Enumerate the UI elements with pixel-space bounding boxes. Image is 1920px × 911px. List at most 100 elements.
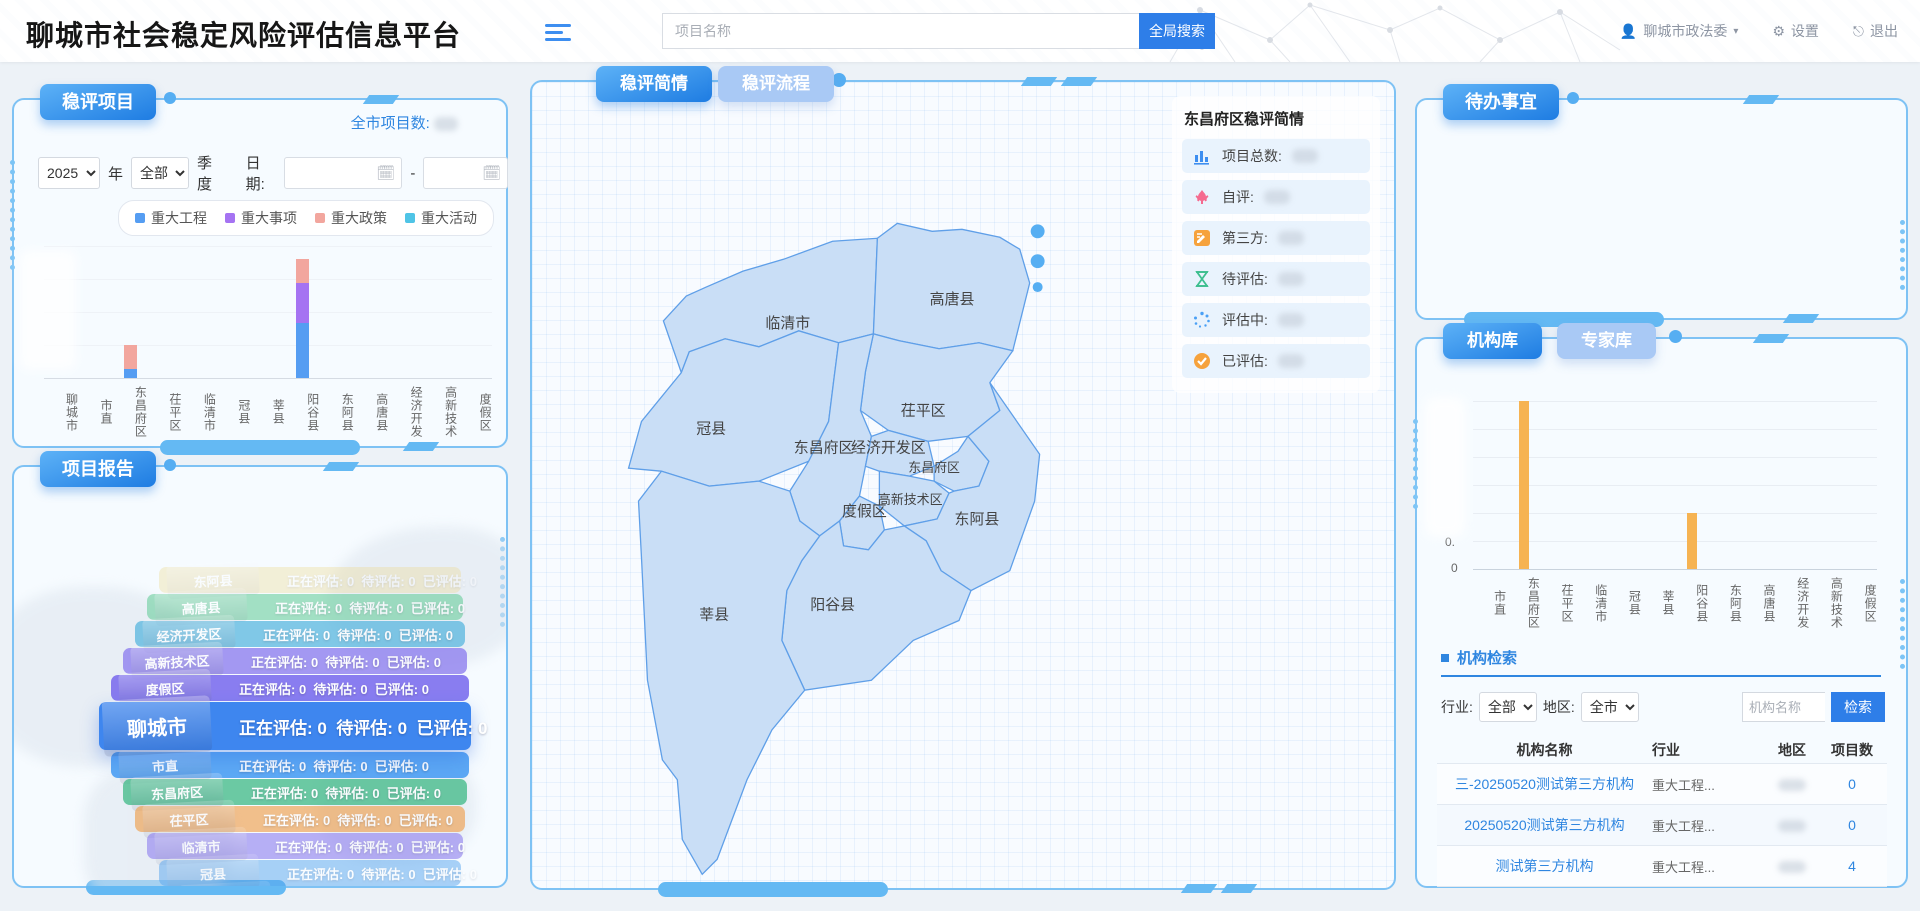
tab-stability-process[interactable]: 稳评流程 (718, 66, 834, 102)
projects-panel: 稳评项目 全市项目数: 2025 年 全部 季度 日期: 🗓 - 🗓 重大工程重… (12, 98, 508, 448)
decoration (1567, 92, 1579, 104)
logout-icon: ⎋ (1853, 23, 1864, 40)
x-label: 冠县 (216, 386, 250, 438)
edit-icon (1192, 228, 1212, 248)
x-label: 冠县 (1608, 577, 1642, 629)
year-select[interactable]: 2025 (38, 157, 100, 189)
org-chart-bars (1473, 401, 1877, 569)
district-shenxian[interactable] (639, 471, 820, 874)
spinner-icon (1192, 310, 1212, 330)
map-panel: 稳评简情 稳评流程 临清市高唐县冠县茌平区东昌府区经济开发区东昌府区高新技术区度… (530, 80, 1396, 890)
org-table-row[interactable]: 20250520测试第三方机构重大工程...0 (1437, 804, 1887, 845)
redacted-y-axis (20, 250, 76, 370)
report-card-东昌府区[interactable]: 东昌府区正在评估: 0 待评估: 0 已评估: 0 (123, 779, 467, 805)
report-card-stats: 正在评估: 0 待评估: 0 已评估: 0 (275, 833, 465, 859)
user-icon: 👤 (1620, 23, 1637, 40)
x-label: 高新技术 (423, 386, 457, 438)
bar-市直 (1473, 401, 1507, 569)
org-name-input[interactable] (1742, 692, 1825, 722)
brief-row: 已评估: (1182, 344, 1370, 378)
report-card-stats: 正在评估: 0 待评估: 0 已评估: 0 (263, 806, 453, 832)
org-search-button[interactable]: 检索 (1831, 692, 1885, 722)
brief-row: 待评估: (1182, 262, 1370, 296)
org-project-count: 0 (1822, 817, 1882, 833)
decoration (164, 92, 176, 104)
map-label-东昌府区: 东昌府区 (794, 439, 854, 456)
org-name-link[interactable]: 测试第三方机构 (1496, 858, 1594, 874)
redacted-region (1778, 820, 1806, 832)
chart-legend: 重大工程重大事项重大政策重大活动 (118, 200, 494, 236)
map-label-临清市: 临清市 (765, 315, 810, 332)
brief-row: 自评: (1182, 180, 1370, 214)
tab-expert-library[interactable]: 专家库 (1557, 323, 1656, 359)
org-table-row[interactable]: 测试第三方机构重大工程...4 (1437, 845, 1887, 887)
org-chart-xlabels: 市直东昌府区茌平区临清市冠县莘县阳谷县东阿县高唐县经济开发高新技术度假区 (1473, 577, 1877, 629)
map-label-高唐县: 高唐县 (930, 291, 975, 308)
x-label: 市直 (78, 386, 112, 438)
brief-label: 项目总数: (1222, 146, 1282, 166)
legend-item[interactable]: 重大事项 (225, 208, 297, 228)
org-project-count: 4 (1822, 858, 1882, 874)
chevron-down-icon: ▾ (1733, 26, 1738, 37)
org-table-row[interactable]: 三-20250520测试第三方机构重大工程...0 (1437, 763, 1887, 804)
x-label: 茌平区 (1540, 577, 1574, 629)
legend-swatch (405, 213, 415, 223)
brief-label: 已评估: (1222, 351, 1268, 371)
decoration (1743, 95, 1779, 104)
decoration-dots (1031, 224, 1045, 292)
bar-chart-icon (1192, 146, 1212, 166)
industry-select[interactable]: 全部 (1479, 692, 1537, 722)
legend-item[interactable]: 重大工程 (135, 208, 207, 228)
reports-panel-title: 项目报告 (40, 451, 156, 487)
menu-toggle-icon[interactable] (545, 20, 571, 42)
brief-label: 自评: (1222, 187, 1254, 207)
report-card-冠县[interactable]: 冠县正在评估: 0 待评估: 0 已评估: 0 (159, 860, 461, 886)
tab-stability-brief[interactable]: 稳评简情 (596, 66, 712, 102)
user-menu[interactable]: 👤 聊城市政法委 ▾ (1620, 21, 1738, 41)
todo-panel-title: 待办事宜 (1443, 84, 1559, 120)
settings-button[interactable]: ⚙ 设置 (1772, 21, 1819, 41)
org-search-header: 机构检索 (1441, 647, 1517, 668)
x-label: 高唐县 (354, 386, 388, 438)
report-card-茌平区[interactable]: 茌平区正在评估: 0 待评估: 0 已评估: 0 (135, 806, 465, 832)
citywide-project-count: 全市项目数: (351, 112, 458, 133)
flower-icon (1192, 187, 1212, 207)
quarter-select[interactable]: 全部 (131, 157, 189, 189)
report-card-stats: 正在评估: 0 待评估: 0 已评估: 0 (251, 779, 441, 805)
org-name-link[interactable]: 20250520测试第三方机构 (1464, 817, 1624, 833)
map-label-冠县: 冠县 (696, 420, 726, 437)
district-gaotangxian[interactable] (873, 223, 1029, 350)
map-label-高新技术区: 高新技术区 (878, 492, 943, 507)
legend-item[interactable]: 重大政策 (315, 208, 387, 228)
hourglass-icon (1192, 269, 1212, 289)
report-card-市直[interactable]: 市直正在评估: 0 待评估: 0 已评估: 0 (111, 752, 469, 778)
check-icon (1192, 351, 1212, 371)
page-title: 聊城市社会稳定风险评估信息平台 (26, 14, 461, 54)
global-search-button[interactable]: 全局搜索 (1139, 13, 1215, 49)
report-card-stats: 正在评估: 0 待评估: 0 已评估: 0 (251, 648, 441, 674)
org-panel: 机构库 专家库 0. 0 市直东昌府区茌平区临清市冠县莘县阳谷县东阿县高唐县经济… (1415, 337, 1908, 888)
report-card-stats: 正在评估: 0 待评估: 0 已评估: 0 (239, 752, 429, 778)
project-filters: 2025 年 全部 季度 日期: 🗓 - 🗓 (38, 152, 508, 194)
date-start-input[interactable]: 🗓 (284, 157, 402, 189)
report-card-stats: 正在评估: 0 待评估: 0 已评估: 0 (263, 621, 453, 647)
x-label: 东昌府区 (113, 386, 147, 438)
x-label: 东阿县 (320, 386, 354, 438)
report-card-聊城市[interactable]: 聊城市正在评估: 0 待评估: 0 已评估: 0 (99, 702, 471, 750)
region-select[interactable]: 全市 (1581, 692, 1639, 722)
org-name-link[interactable]: 三-20250520测试第三方机构 (1455, 776, 1634, 792)
report-card-临清市[interactable]: 临清市正在评估: 0 待评估: 0 已评估: 0 (147, 833, 463, 859)
x-label: 东阿县 (1709, 577, 1743, 629)
x-label: 经济开发 (1776, 577, 1810, 629)
bar-莘县 (1641, 401, 1675, 569)
legend-item[interactable]: 重大活动 (405, 208, 477, 228)
decoration (363, 95, 399, 104)
logout-button[interactable]: ⎋ 退出 (1853, 21, 1898, 41)
x-label: 经济开发 (389, 386, 423, 438)
bar-茌平区 (1540, 401, 1574, 569)
date-end-input[interactable]: 🗓 (423, 157, 508, 189)
map-label-东昌府区: 东昌府区 (908, 460, 960, 475)
tab-org-library[interactable]: 机构库 (1443, 323, 1542, 359)
global-search-input[interactable] (662, 13, 1139, 49)
map-label-经济开发区: 经济开发区 (851, 439, 926, 456)
